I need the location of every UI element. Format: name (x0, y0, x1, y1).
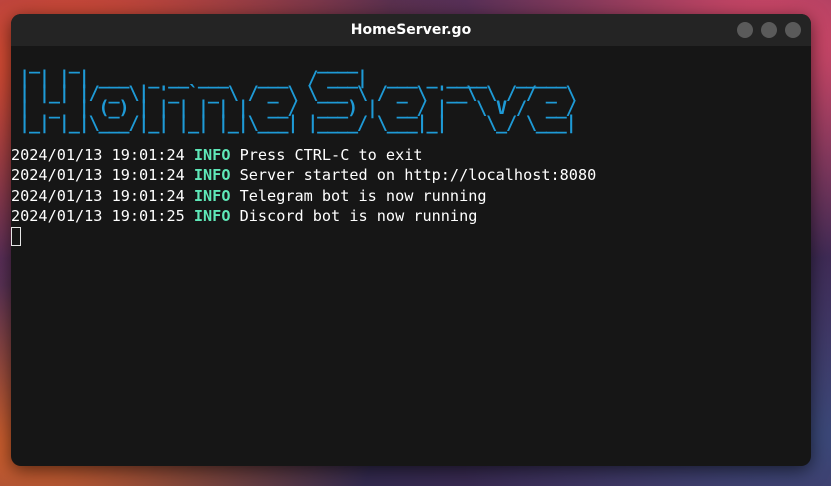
log-line: 2024/01/13 19:01:24 INFO Server started … (11, 165, 811, 185)
maximize-button[interactable] (761, 22, 777, 38)
terminal-cursor (11, 227, 21, 247)
log-message: Telegram bot is now running (239, 186, 487, 205)
log-message: Server started on http://localhost:8080 (239, 166, 597, 185)
log-level: INFO (193, 166, 231, 185)
log-timestamp: 2024/01/13 19:01:24 (11, 146, 185, 164)
log-level: INFO (193, 206, 231, 225)
log-line: 2024/01/13 19:01:24 INFO Telegram bot is… (11, 186, 811, 206)
title-bar[interactable]: HomeServer.go (11, 14, 811, 46)
log-timestamp: 2024/01/13 19:01:24 (11, 166, 185, 185)
window-controls (737, 22, 801, 38)
close-button[interactable] (785, 22, 801, 38)
minimize-button[interactable] (737, 22, 753, 38)
log-timestamp: 2024/01/13 19:01:25 (11, 206, 185, 225)
log-level: INFO (193, 186, 231, 205)
window-title: HomeServer.go (350, 22, 472, 38)
terminal-window: HomeServer.go _ _ ____ | | | | ___ _ __ … (11, 14, 811, 466)
log-level: INFO (193, 146, 231, 164)
log-timestamp: 2024/01/13 19:01:24 (11, 186, 185, 205)
log-message: Press CTRL-C to exit (239, 146, 423, 164)
log-list: 2024/01/13 19:01:24 INFO Press CTRL-C to… (11, 145, 811, 250)
log-line: 2024/01/13 19:01:25 INFO Discord bot is … (11, 206, 811, 226)
terminal-output[interactable]: _ _ ____ | | | | ___ _ __ ___ ___ / ___|… (11, 46, 811, 466)
ascii-banner: _ _ ____ | | | | ___ _ __ ___ ___ / ___|… (19, 53, 577, 134)
log-line: 2024/01/13 19:01:24 INFO Press CTRL-C to… (11, 145, 811, 165)
log-message: Discord bot is now running (239, 206, 478, 225)
